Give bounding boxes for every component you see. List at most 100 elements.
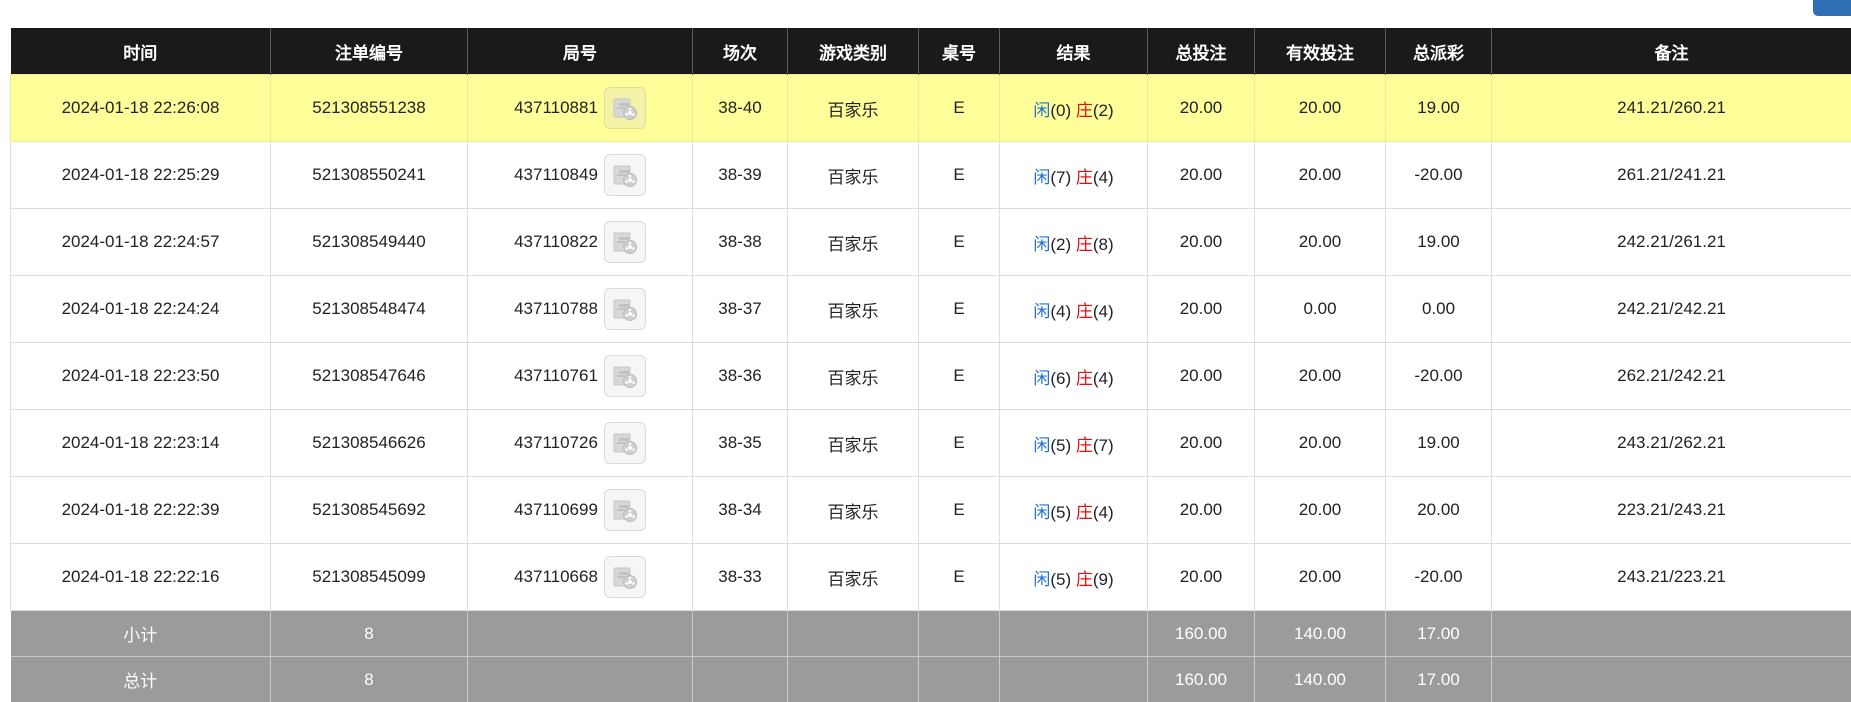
video-replay-icon[interactable] xyxy=(604,154,646,196)
cell-result: 闲(7) 庄(4) xyxy=(1000,142,1148,209)
cell-round: 437110881 xyxy=(468,75,693,142)
player-label: 闲 xyxy=(1033,235,1050,254)
cell-payout: -20.00 xyxy=(1386,343,1492,410)
cell-payout: 20.00 xyxy=(1386,477,1492,544)
player-score: (5) xyxy=(1050,436,1071,455)
banker-score: (9) xyxy=(1093,570,1114,589)
player-label: 闲 xyxy=(1033,101,1050,120)
video-replay-icon[interactable] xyxy=(604,87,646,129)
cell-table: E xyxy=(919,75,1000,142)
cell-result: 闲(6) 庄(4) xyxy=(1000,343,1148,410)
video-replay-icon[interactable] xyxy=(604,355,646,397)
cell-game-type: 百家乐 xyxy=(788,410,919,477)
cell-total-bet: 20.00 xyxy=(1148,75,1255,142)
cell-valid-bet: 20.00 xyxy=(1255,75,1386,142)
player-score: (7) xyxy=(1050,168,1071,187)
header-round: 局号 xyxy=(468,28,693,75)
cell-session: 38-34 xyxy=(693,477,788,544)
banker-label: 庄 xyxy=(1076,101,1093,120)
video-replay-icon[interactable] xyxy=(604,556,646,598)
cell-table: E xyxy=(919,142,1000,209)
cell-result: 闲(5) 庄(4) xyxy=(1000,477,1148,544)
banker-label: 庄 xyxy=(1076,302,1093,321)
cell-session: 38-40 xyxy=(693,75,788,142)
total-row: 总计 8 160.00 140.00 17.00 xyxy=(11,657,1851,702)
header-total-bet: 总投注 xyxy=(1148,28,1255,75)
subtotal-count: 8 xyxy=(271,611,468,657)
banker-label: 庄 xyxy=(1076,369,1093,388)
cell-valid-bet: 20.00 xyxy=(1255,544,1386,611)
cell-time: 2024-01-18 22:23:50 xyxy=(11,343,271,410)
cell-payout: -20.00 xyxy=(1386,142,1492,209)
cell-total-bet: 20.00 xyxy=(1148,343,1255,410)
table-row: 2024-01-18 22:22:16521308545099437110668… xyxy=(11,544,1851,611)
player-label: 闲 xyxy=(1033,369,1050,388)
cell-time: 2024-01-18 22:23:14 xyxy=(11,410,271,477)
subtotal-label: 小计 xyxy=(11,611,271,657)
player-label: 闲 xyxy=(1033,436,1050,455)
banker-label: 庄 xyxy=(1076,436,1093,455)
cell-game-type: 百家乐 xyxy=(788,209,919,276)
round-number: 437110699 xyxy=(514,500,598,520)
player-score: (0) xyxy=(1050,101,1071,120)
video-replay-icon[interactable] xyxy=(604,221,646,263)
cell-total-bet: 20.00 xyxy=(1148,209,1255,276)
round-number: 437110668 xyxy=(514,567,598,587)
cell-total-bet: 20.00 xyxy=(1148,477,1255,544)
cell-note: 261.21/241.21 xyxy=(1492,142,1851,209)
cell-result: 闲(2) 庄(8) xyxy=(1000,209,1148,276)
cell-session: 38-37 xyxy=(693,276,788,343)
header-valid-bet: 有效投注 xyxy=(1255,28,1386,75)
cell-round: 437110761 xyxy=(468,343,693,410)
player-label: 闲 xyxy=(1033,302,1050,321)
cell-round: 437110668 xyxy=(468,544,693,611)
header-total-payout: 总派彩 xyxy=(1386,28,1492,75)
cell-time: 2024-01-18 22:22:39 xyxy=(11,477,271,544)
cell-session: 38-38 xyxy=(693,209,788,276)
cell-result: 闲(5) 庄(7) xyxy=(1000,410,1148,477)
cell-note: 241.21/260.21 xyxy=(1492,75,1851,142)
cell-round: 437110849 xyxy=(468,142,693,209)
round-number: 437110761 xyxy=(514,366,598,386)
cell-valid-bet: 20.00 xyxy=(1255,142,1386,209)
table-row: 2024-01-18 22:22:39521308545692 437110699… xyxy=(11,477,1851,544)
round-number: 437110822 xyxy=(514,232,598,252)
table-row: 2024-01-18 22:24:24521308548474437110788… xyxy=(11,276,1851,343)
header-result: 结果 xyxy=(1000,28,1148,75)
cell-session: 38-35 xyxy=(693,410,788,477)
cell-time: 2024-01-18 22:24:24 xyxy=(11,276,271,343)
banker-label: 庄 xyxy=(1076,570,1093,589)
cell-bet-id: 521308545692 xyxy=(271,477,468,544)
subtotal-valid-bet: 140.00 xyxy=(1255,611,1386,657)
cell-total-bet: 20.00 xyxy=(1148,276,1255,343)
cell-total-bet: 20.00 xyxy=(1148,142,1255,209)
cell-note: 262.21/242.21 xyxy=(1492,343,1851,410)
cell-game-type: 百家乐 xyxy=(788,142,919,209)
cell-round: 437110788 xyxy=(468,276,693,343)
video-replay-icon[interactable] xyxy=(604,422,646,464)
cell-session: 38-36 xyxy=(693,343,788,410)
table-row: 2024-01-18 22:26:08521308551238437110881… xyxy=(11,75,1851,142)
cell-payout: 19.00 xyxy=(1386,209,1492,276)
cell-valid-bet: 0.00 xyxy=(1255,276,1386,343)
cell-payout: 19.00 xyxy=(1386,410,1492,477)
video-replay-icon[interactable] xyxy=(604,288,646,330)
cell-payout: 19.00 xyxy=(1386,75,1492,142)
cell-note: 243.21/262.21 xyxy=(1492,410,1851,477)
player-score: (5) xyxy=(1050,503,1071,522)
banker-score: (2) xyxy=(1093,101,1114,120)
video-replay-icon[interactable] xyxy=(604,489,646,531)
banker-label: 庄 xyxy=(1076,235,1093,254)
top-right-button[interactable] xyxy=(1813,0,1851,16)
total-total-bet: 160.00 xyxy=(1148,657,1255,702)
total-payout: 17.00 xyxy=(1386,657,1492,702)
cell-game-type: 百家乐 xyxy=(788,544,919,611)
table-row: 2024-01-18 22:24:57521308549440437110822… xyxy=(11,209,1851,276)
round-number: 437110881 xyxy=(514,98,598,118)
banker-score: (4) xyxy=(1093,302,1114,321)
cell-payout: 0.00 xyxy=(1386,276,1492,343)
player-label: 闲 xyxy=(1033,503,1050,522)
cell-valid-bet: 20.00 xyxy=(1255,477,1386,544)
cell-bet-id: 521308550241 xyxy=(271,142,468,209)
total-valid-bet: 140.00 xyxy=(1255,657,1386,702)
